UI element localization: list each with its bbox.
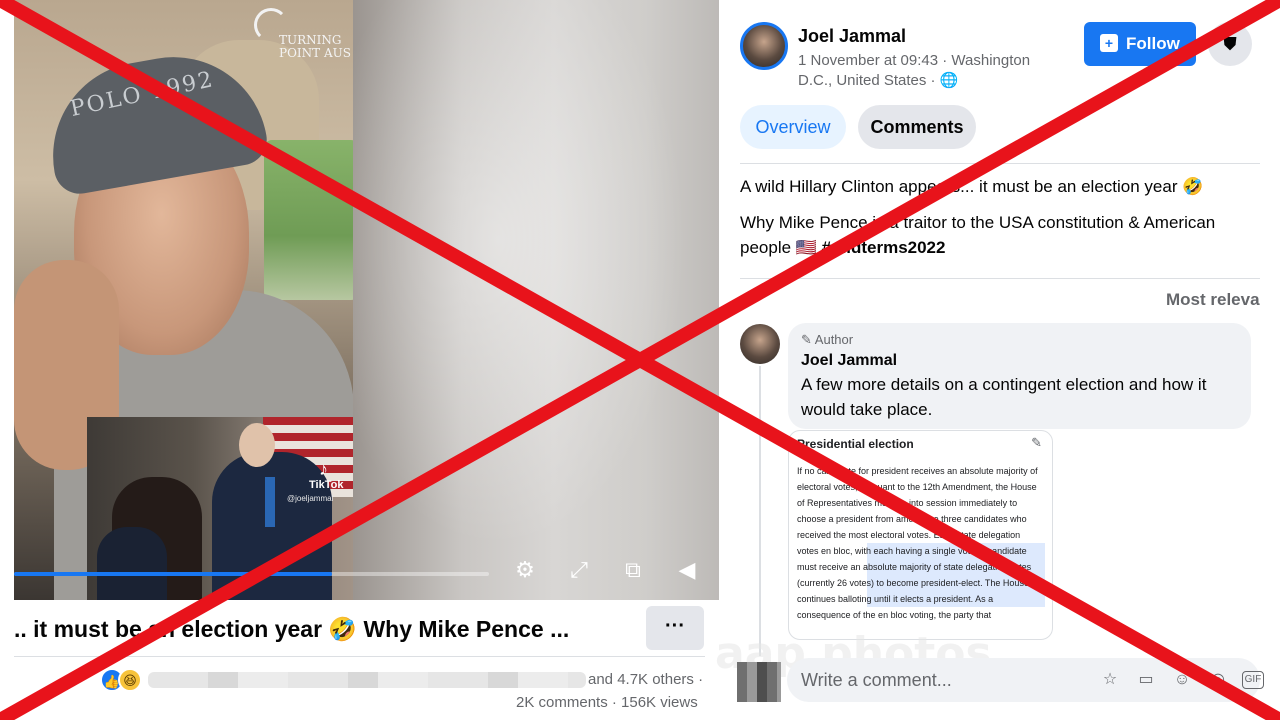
blurred-reactor-names [148,672,586,688]
video-stats[interactable]: 2K comments · 156K views [516,694,698,711]
divider [740,278,1260,279]
miniplayer-icon[interactable]: ⧉ [619,558,647,582]
camera-icon[interactable]: ◎ [1206,668,1230,692]
post-text-line: Why Mike Pence is a traitor to the USA c… [740,210,1260,260]
author-avatar[interactable] [740,22,788,70]
video-title: .. it must be an election year 🤣 Why Mik… [14,616,570,642]
author-name[interactable]: Joel Jammal [798,26,906,47]
comment-placeholder[interactable]: Write a comment... [801,670,952,691]
tiktok-label: TikTok [309,479,344,491]
divider [740,163,1260,164]
commenter-avatar[interactable] [740,324,780,364]
composer-icons: ☆ ▭ ☺ ◎ GIF [1098,668,1264,692]
more-options-button[interactable]: ··· [646,606,704,650]
avatar-sticker-icon[interactable]: ☆ [1098,668,1122,692]
video-controls: ⚙ ⤢ ⧉ ◀ [511,558,701,582]
fullscreen-icon[interactable]: ⤢ [565,558,593,582]
haha-reaction-icon: 😆 [118,668,142,692]
video-progress-bar[interactable] [14,572,489,576]
follow-button[interactable]: + Follow [1084,22,1196,66]
comment-sort-dropdown[interactable]: Most releva [1166,290,1260,310]
sticker-icon[interactable]: ▭ [1134,668,1158,692]
reaction-icons[interactable]: 👍 😆 [100,668,144,692]
post-text: Why Mike Pence is a traitor to the USA c… [740,213,1216,257]
thread-line [759,366,761,656]
shield-button[interactable]: ⛊ [1208,22,1252,66]
hashtag-link[interactable]: #midterms2022 [822,238,946,257]
volume-icon[interactable]: ◀ [673,558,701,582]
settings-icon[interactable]: ⚙ [511,558,539,582]
commenter-name[interactable]: Joel Jammal [801,352,897,370]
post-meta: 1 November at 09:43 · Washington D.C., U… [798,52,1031,89]
comment-image-attachment[interactable]: Presidential election ✎ If no candidate … [788,430,1053,640]
car-window [264,140,353,300]
reaction-count[interactable]: and 4.7K others · [588,671,703,688]
inset-person [97,527,167,600]
brand-text: TURNING POINT AUS [279,33,351,60]
inset-tie [265,477,275,527]
inset-person-head [239,423,275,467]
follow-page-icon: + [1100,34,1118,52]
video-player[interactable]: POLO 1992 TURNING POINT AUS ♪ TikTok @jo… [14,0,719,600]
shield-icon: ⛊ [1223,34,1237,54]
doc-title: Presidential election [797,437,914,451]
video-frame[interactable]: POLO 1992 TURNING POINT AUS ♪ TikTok @jo… [14,0,353,600]
emoji-icon[interactable]: ☺ [1170,668,1194,692]
follow-label: Follow [1126,34,1180,53]
tab-comments[interactable]: Comments [858,105,976,149]
edit-pencil-icon: ✎ [1031,435,1042,450]
composer-avatar [737,662,781,702]
divider [14,656,705,657]
tiktok-icon: ♪ [319,459,328,479]
post-text-line: A wild Hillary Clinton appears... it mus… [740,177,1204,196]
comment-text: A few more details on a contingent elect… [801,375,1207,419]
author-badge: ✎ Author [801,332,854,347]
tiktok-handle: @joeljammal [287,494,334,503]
video-progress-fill [14,572,333,576]
video-blur-background [352,0,719,600]
tab-overview[interactable]: Overview [740,105,846,149]
video-title-row: .. it must be an election year 🤣 Why Mik… [14,604,719,654]
doc-body: If no candidate for president receives a… [797,466,1038,620]
gif-icon[interactable]: GIF [1242,671,1264,689]
